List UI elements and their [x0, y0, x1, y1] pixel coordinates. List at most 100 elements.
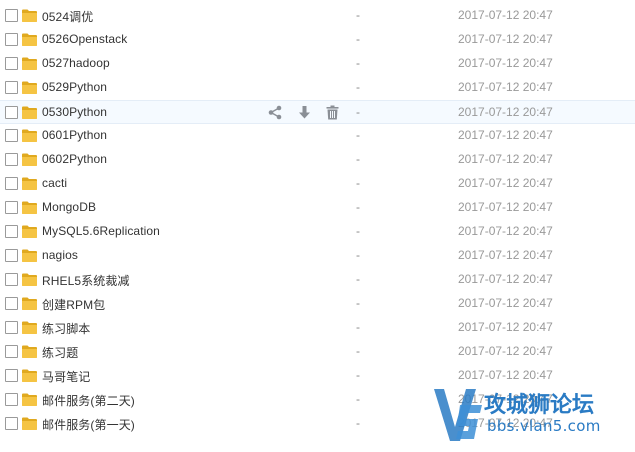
folder-icon	[22, 297, 37, 310]
file-name[interactable]: 0601Python	[42, 128, 107, 142]
folder-icon	[22, 417, 37, 430]
row-checkbox[interactable]	[5, 57, 18, 70]
row-checkbox[interactable]	[5, 249, 18, 262]
file-row[interactable]: nagios - 2017-07-12 20:47	[0, 244, 635, 268]
file-name[interactable]: 0602Python	[42, 152, 107, 166]
file-name[interactable]: 邮件服务(第二天)	[42, 392, 135, 409]
file-name[interactable]: 练习题	[42, 344, 78, 361]
file-name[interactable]: nagios	[42, 248, 78, 262]
file-row[interactable]: MySQL5.6Replication - 2017-07-12 20:47	[0, 220, 635, 244]
file-row[interactable]: 0602Python - 2017-07-12 20:47	[0, 148, 635, 172]
file-size: -	[356, 224, 360, 238]
file-name[interactable]: 0526Openstack	[42, 32, 127, 46]
file-row[interactable]: 0601Python - 2017-07-12 20:47	[0, 124, 635, 148]
file-row[interactable]: 0529Python - 2017-07-12 20:47	[0, 76, 635, 100]
file-row[interactable]: 0524调优 - 2017-07-12 20:47	[0, 4, 635, 28]
file-row[interactable]: 练习脚本 - 2017-07-12 20:47	[0, 316, 635, 340]
file-date: 2017-07-12 20:47	[458, 152, 553, 166]
share-icon[interactable]	[267, 104, 284, 121]
row-checkbox[interactable]	[5, 153, 18, 166]
file-name[interactable]: 0524调优	[42, 8, 93, 25]
file-date: 2017-07-12 20:47	[458, 296, 553, 310]
file-date: 2017-07-12 20:47	[458, 224, 553, 238]
file-date: 2017-07-12 20:47	[458, 56, 553, 70]
file-row[interactable]: 创建RPM包 - 2017-07-12 20:47	[0, 292, 635, 316]
row-checkbox[interactable]	[5, 225, 18, 238]
file-date: 2017-07-12 20:47	[458, 105, 553, 119]
file-row[interactable]: 0526Openstack - 2017-07-12 20:47	[0, 28, 635, 52]
file-date: 2017-07-12 20:47	[458, 368, 553, 382]
file-date: 2017-07-12 20:47	[458, 344, 553, 358]
file-name[interactable]: MongoDB	[42, 200, 96, 214]
watermark-url: bbs.vlan5.com	[487, 417, 601, 435]
download-icon[interactable]	[296, 104, 313, 121]
file-size: -	[356, 152, 360, 166]
file-size: -	[356, 272, 360, 286]
file-row[interactable]: 练习题 - 2017-07-12 20:47	[0, 340, 635, 364]
folder-icon	[22, 225, 37, 238]
watermark-logo-icon	[434, 389, 482, 441]
folder-icon	[22, 33, 37, 46]
row-checkbox[interactable]	[5, 297, 18, 310]
file-size: -	[356, 80, 360, 94]
folder-icon	[22, 106, 37, 119]
row-checkbox[interactable]	[5, 417, 18, 430]
file-size: -	[356, 368, 360, 382]
file-row[interactable]: MongoDB - 2017-07-12 20:47	[0, 196, 635, 220]
file-size: -	[356, 176, 360, 190]
row-checkbox[interactable]	[5, 129, 18, 142]
file-name[interactable]: 创建RPM包	[42, 296, 105, 313]
file-name[interactable]: 练习脚本	[42, 320, 90, 337]
file-name[interactable]: 0530Python	[42, 105, 107, 119]
folder-icon	[22, 273, 37, 286]
file-size: -	[356, 56, 360, 70]
file-name[interactable]: 0529Python	[42, 80, 107, 94]
file-name[interactable]: RHEL5系统裁减	[42, 272, 130, 289]
watermark-title: 攻城狮论坛	[484, 393, 595, 418]
folder-icon	[22, 369, 37, 382]
file-row[interactable]: RHEL5系统裁减 - 2017-07-12 20:47	[0, 268, 635, 292]
watermark: 攻城狮论坛 bbs.vlan5.com	[430, 383, 635, 445]
file-date: 2017-07-12 20:47	[458, 128, 553, 142]
file-name[interactable]: 邮件服务(第一天)	[42, 416, 135, 433]
row-checkbox[interactable]	[5, 33, 18, 46]
file-date: 2017-07-12 20:47	[458, 200, 553, 214]
file-date: 2017-07-12 20:47	[458, 8, 553, 22]
delete-icon[interactable]	[324, 104, 341, 121]
row-checkbox[interactable]	[5, 81, 18, 94]
folder-icon	[22, 201, 37, 214]
file-name[interactable]: 0527hadoop	[42, 56, 110, 70]
file-size: -	[356, 248, 360, 262]
file-date: 2017-07-12 20:47	[458, 176, 553, 190]
row-checkbox[interactable]	[5, 201, 18, 214]
file-name[interactable]: cacti	[42, 176, 67, 190]
file-size: -	[356, 392, 360, 406]
row-checkbox[interactable]	[5, 177, 18, 190]
file-date: 2017-07-12 20:47	[458, 248, 553, 262]
folder-icon	[22, 321, 37, 334]
folder-icon	[22, 177, 37, 190]
file-list: 0524调优 - 2017-07-12 20:47 0526Openstack - 201…	[0, 4, 635, 436]
folder-icon	[22, 81, 37, 94]
file-size: -	[356, 416, 360, 430]
file-name[interactable]: 马哥笔记	[42, 368, 90, 385]
file-size: -	[356, 32, 360, 46]
row-checkbox[interactable]	[5, 9, 18, 22]
file-size: -	[356, 200, 360, 214]
row-checkbox[interactable]	[5, 273, 18, 286]
row-checkbox[interactable]	[5, 345, 18, 358]
row-checkbox[interactable]	[5, 393, 18, 406]
file-size: -	[356, 105, 360, 119]
file-name[interactable]: MySQL5.6Replication	[42, 224, 160, 238]
file-size: -	[356, 8, 360, 22]
file-row[interactable]: cacti - 2017-07-12 20:47	[0, 172, 635, 196]
folder-icon	[22, 345, 37, 358]
row-checkbox[interactable]	[5, 106, 18, 119]
file-date: 2017-07-12 20:47	[458, 32, 553, 46]
file-size: -	[356, 320, 360, 334]
row-checkbox[interactable]	[5, 321, 18, 334]
file-row[interactable]: 0527hadoop - 2017-07-12 20:47	[0, 52, 635, 76]
folder-icon	[22, 393, 37, 406]
row-checkbox[interactable]	[5, 369, 18, 382]
file-row[interactable]: 0530Python - 2017-07-12 20:47	[0, 100, 635, 124]
